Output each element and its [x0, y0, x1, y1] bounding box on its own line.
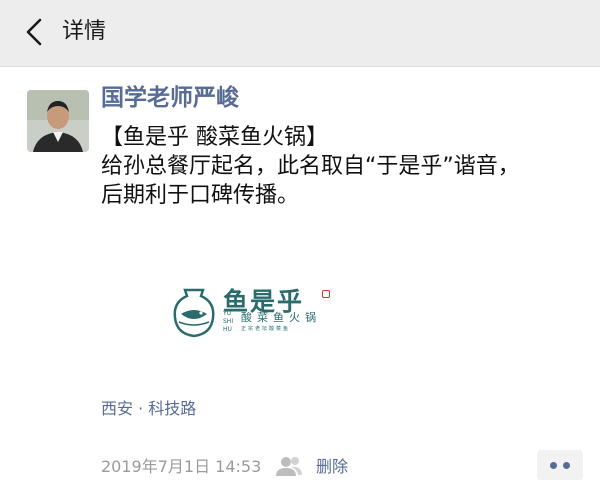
brand-tagline: 酸菜鱼火锅	[241, 311, 321, 324]
brand-small-text: 正宗老坛酸菜鱼	[241, 326, 291, 332]
nav-bar: 详情	[0, 0, 600, 67]
author-name[interactable]: 国学老师严峻	[101, 82, 239, 114]
jar-logo-icon	[173, 288, 215, 338]
post-image[interactable]: 鱼是乎 YU SHI HU 酸菜鱼火锅 正宗老坛酸菜鱼	[101, 252, 341, 392]
post-time: 2019年7月1日 14:53	[101, 457, 262, 476]
page-title: 详情	[62, 19, 107, 44]
friends-visibility-icon[interactable]	[275, 455, 303, 477]
avatar[interactable]	[27, 90, 89, 152]
dot-icon	[550, 461, 557, 469]
post-text-line: 【鱼是乎 酸菜鱼火锅】	[101, 125, 328, 150]
post-text-line: 后期利于口碑传播。	[101, 183, 300, 208]
back-button[interactable]	[16, 14, 52, 50]
dot-icon	[563, 461, 570, 469]
delete-button[interactable]: 删除	[316, 455, 348, 479]
location-link[interactable]: 西安 · 科技路	[101, 397, 196, 421]
brand-en-line: HU	[223, 326, 232, 333]
chevron-left-icon	[26, 18, 42, 46]
post-text: 【鱼是乎 酸菜鱼火锅】 给孙总餐厅起名，此名取自“于是乎”谐音， 后期利于口碑传…	[101, 123, 591, 210]
seal-icon	[322, 290, 330, 298]
brand-en-line: YU	[223, 310, 232, 317]
brand-en: YU SHI HU	[223, 310, 233, 334]
brand-en-line: SHI	[223, 318, 234, 325]
post-text-line: 给孙总餐厅起名，此名取自“于是乎”谐音，	[101, 154, 520, 179]
avatar-photo	[27, 90, 89, 152]
more-actions-button[interactable]	[537, 450, 583, 480]
